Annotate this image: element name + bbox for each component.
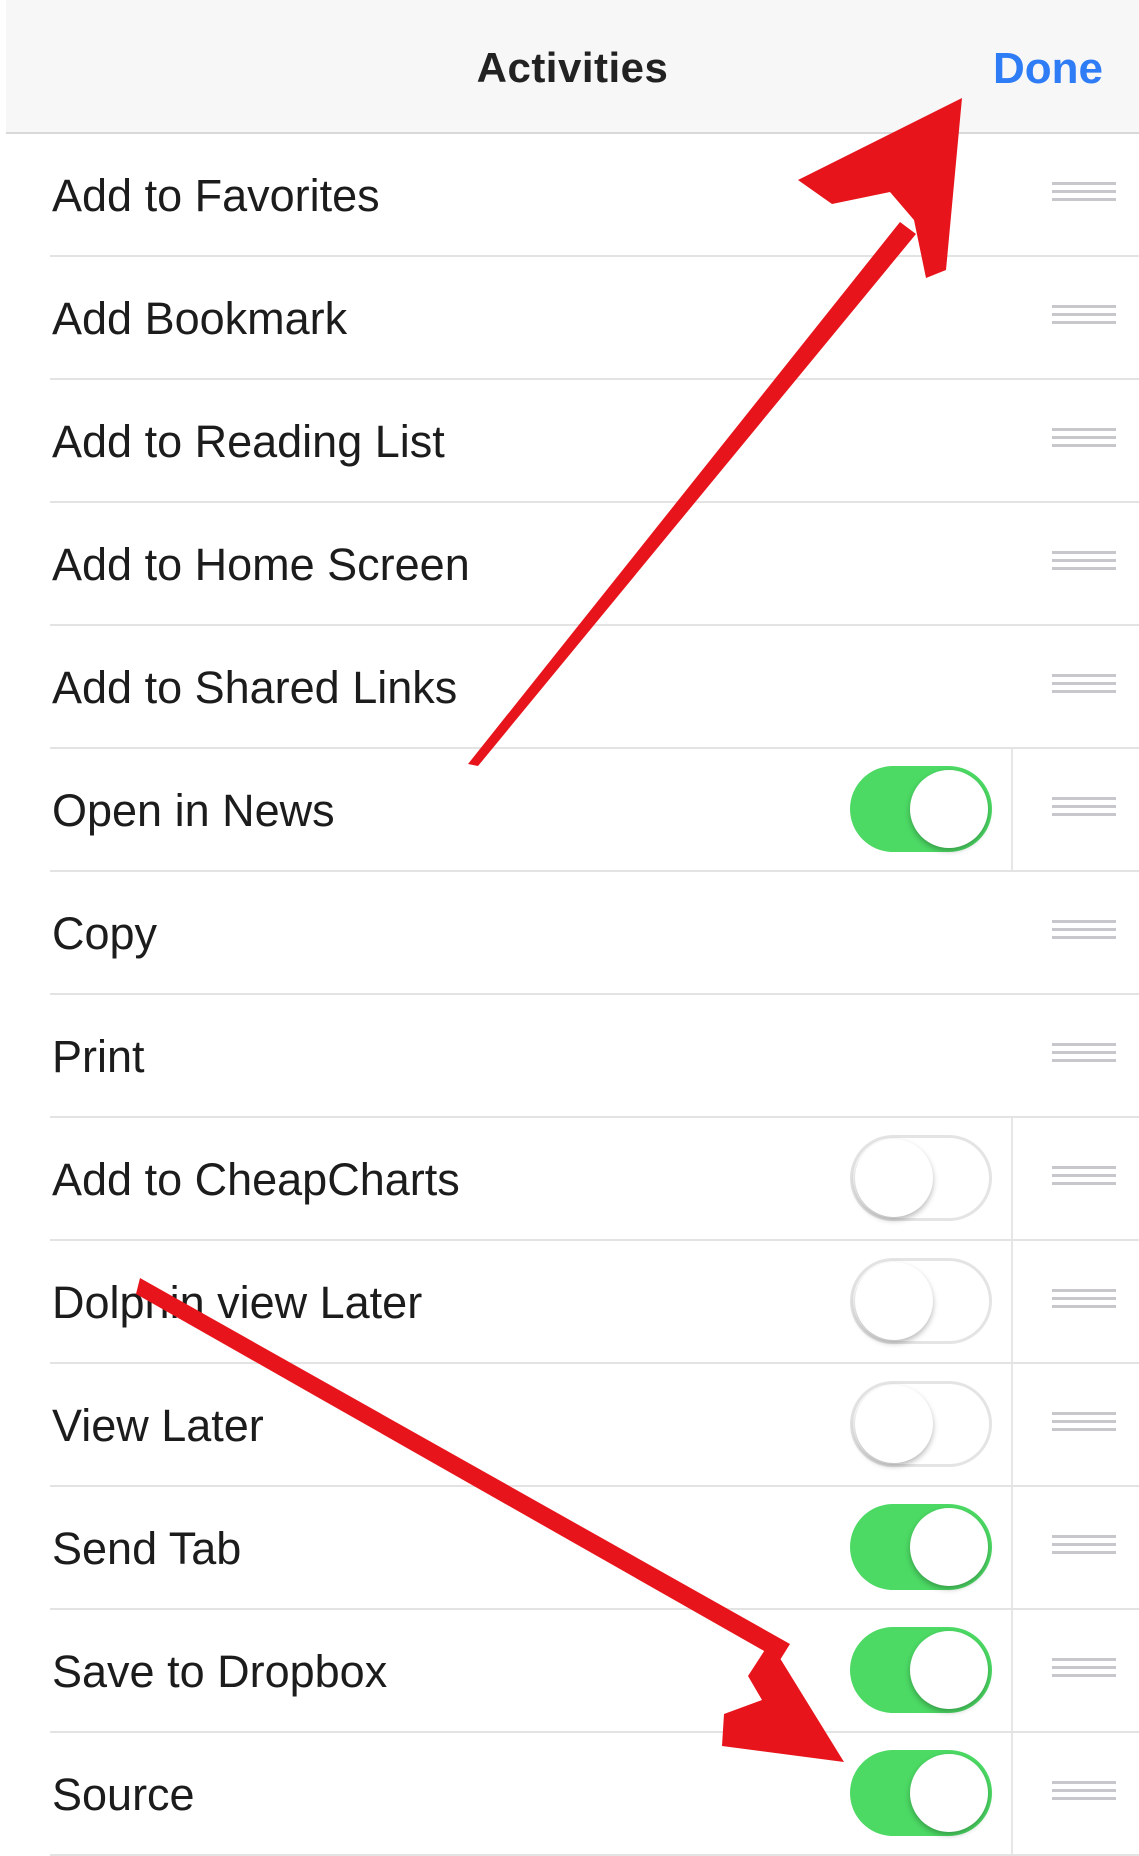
activity-label: Print — [52, 1031, 145, 1082]
reorder-handle-icon[interactable] — [1052, 1043, 1116, 1071]
activity-row-copy: Copy — [0, 872, 1139, 995]
reorder-handle-icon[interactable] — [1052, 428, 1116, 456]
reorder-handle-icon[interactable] — [1052, 182, 1116, 210]
activity-label: Open in News — [52, 785, 335, 836]
done-button[interactable]: Done — [993, 44, 1103, 94]
activity-label: Add to Home Screen — [52, 539, 470, 590]
activity-row-add-to-favorites: Add to Favorites — [0, 134, 1139, 257]
add-to-cheapcharts-toggle[interactable] — [850, 1135, 992, 1221]
reorder-handle-icon[interactable] — [1052, 1781, 1116, 1809]
send-tab-toggle[interactable] — [850, 1504, 992, 1590]
toggle-knob — [910, 770, 988, 848]
activity-label: Add to CheapCharts — [52, 1154, 460, 1205]
open-in-news-toggle[interactable] — [850, 766, 992, 852]
reorder-handle-icon[interactable] — [1052, 551, 1116, 579]
row-separator — [1011, 749, 1013, 872]
toggle-knob — [910, 1508, 988, 1586]
activity-list: Add to Favorites Add Bookmark Add to Readi… — [0, 134, 1139, 1856]
toggle-knob — [910, 1631, 988, 1709]
activity-row-print: Print — [0, 995, 1139, 1118]
reorder-handle-icon[interactable] — [1052, 305, 1116, 333]
reorder-handle-icon[interactable] — [1052, 1289, 1116, 1317]
toggle-knob — [910, 1754, 988, 1832]
reorder-handle-icon[interactable] — [1052, 920, 1116, 948]
reorder-handle-icon[interactable] — [1052, 674, 1116, 702]
activity-label: Add to Favorites — [52, 170, 380, 221]
activity-row-add-to-home-screen: Add to Home Screen — [0, 503, 1139, 626]
activity-label: View Later — [52, 1400, 264, 1451]
row-separator — [1011, 1118, 1013, 1241]
toggle-knob — [855, 1139, 933, 1217]
row-separator — [1011, 1241, 1013, 1364]
page-title: Activities — [476, 44, 669, 91]
activity-row-view-later: View Later — [0, 1364, 1139, 1487]
reorder-handle-icon[interactable] — [1052, 1412, 1116, 1440]
activity-row-send-tab: Send Tab — [0, 1487, 1139, 1610]
activity-label: Send Tab — [52, 1523, 242, 1574]
reorder-handle-icon[interactable] — [1052, 797, 1116, 825]
activity-row-add-to-reading-list: Add to Reading List — [0, 380, 1139, 503]
activity-label: Save to Dropbox — [52, 1646, 388, 1697]
activity-label: Dolphin view Later — [52, 1277, 423, 1328]
activity-row-open-in-news: Open in News — [0, 749, 1139, 872]
reorder-handle-icon[interactable] — [1052, 1535, 1116, 1563]
activity-row-add-to-shared-links: Add to Shared Links — [0, 626, 1139, 749]
save-to-dropbox-toggle[interactable] — [850, 1627, 992, 1713]
activity-row-save-to-dropbox: Save to Dropbox — [0, 1610, 1139, 1733]
row-separator — [1011, 1364, 1013, 1487]
source-toggle[interactable] — [850, 1750, 992, 1836]
toggle-knob — [855, 1385, 933, 1463]
activity-label: Add to Shared Links — [52, 662, 458, 713]
row-separator — [1011, 1610, 1013, 1733]
activity-row-add-to-cheapcharts: Add to CheapCharts — [0, 1118, 1139, 1241]
row-separator — [1011, 1487, 1013, 1610]
row-separator — [1011, 1733, 1013, 1856]
navigation-bar: Activities Done — [6, 0, 1139, 134]
activity-row-dolphin-view-later: Dolphin view Later — [0, 1241, 1139, 1364]
activity-label: Copy — [52, 908, 158, 959]
activity-row-add-bookmark: Add Bookmark — [0, 257, 1139, 380]
activity-label: Source — [52, 1769, 195, 1820]
activity-label: Add Bookmark — [52, 293, 348, 344]
reorder-handle-icon[interactable] — [1052, 1658, 1116, 1686]
activity-row-source: Source — [0, 1733, 1139, 1856]
activity-label: Add to Reading List — [52, 416, 445, 467]
dolphin-view-later-toggle[interactable] — [850, 1258, 992, 1344]
toggle-knob — [855, 1262, 933, 1340]
view-later-toggle[interactable] — [850, 1381, 992, 1467]
activities-screen: Activities Done Add to Favorites Add Book… — [0, 0, 1139, 1856]
reorder-handle-icon[interactable] — [1052, 1166, 1116, 1194]
